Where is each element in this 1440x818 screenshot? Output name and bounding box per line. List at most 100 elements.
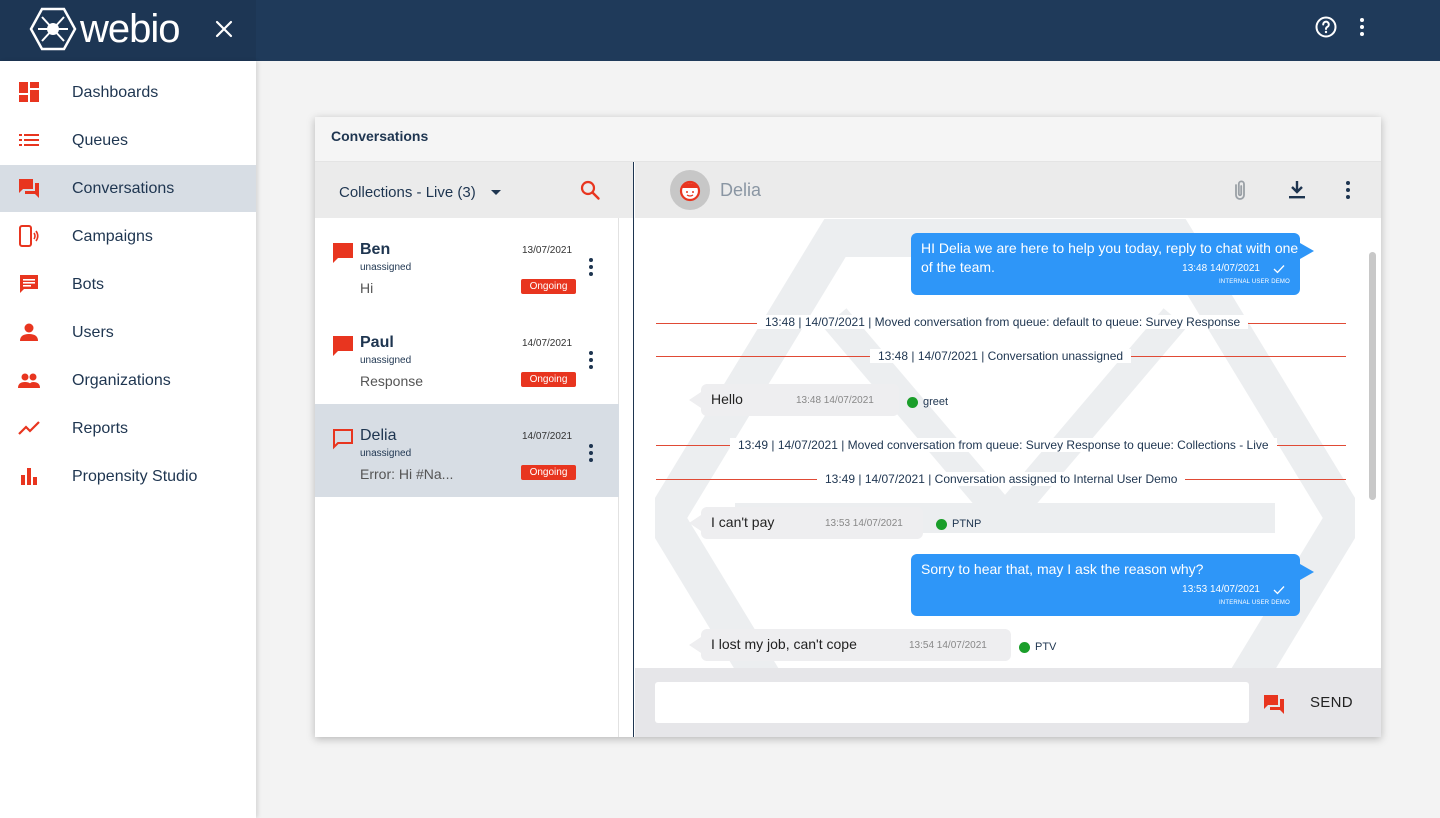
message-sender: INTERNAL USER DEMO — [1218, 279, 1290, 285]
conversation-name: Delia — [360, 427, 397, 444]
sidebar-item-organizations[interactable]: Organizations — [0, 357, 256, 404]
conversation-list-panel: Collections - Live (3) Ben unassigned Hi… — [315, 162, 634, 737]
close-sidebar-icon[interactable] — [212, 17, 236, 41]
intent-label: greet — [923, 396, 949, 408]
conversation-date: 14/07/2021 — [522, 338, 573, 349]
sidebar-item-label: Dashboards — [72, 83, 159, 101]
person-icon — [20, 323, 38, 341]
sidebar-item-reports[interactable]: Reports — [0, 405, 256, 452]
conversations-card: Conversations Collections - Live (3) Ben… — [315, 117, 1381, 737]
delivered-check-icon — [1273, 586, 1285, 595]
chat-scrollbar-thumb[interactable] — [1369, 252, 1376, 500]
list-icon — [19, 134, 39, 146]
intent-label: PTV — [1035, 641, 1057, 653]
chat-bubble-icon — [20, 275, 38, 293]
dropdown-caret-icon — [490, 190, 501, 195]
conversation-assignee: unassigned — [360, 262, 412, 273]
message-sender: INTERNAL USER DEMO — [1218, 600, 1290, 606]
sidebar-item-label: Users — [72, 323, 114, 341]
more-vertical-icon[interactable] — [585, 349, 597, 371]
intent-tag: greet — [907, 396, 948, 408]
sidebar-item-dashboards[interactable]: Dashboards — [0, 69, 256, 116]
sidebar-item-queues[interactable]: Queues — [0, 117, 256, 164]
chat-outline-icon — [333, 429, 353, 450]
message-incoming: I lost my job, can't cope 13:54 14/07/20… — [689, 629, 1011, 661]
system-event-text: 13:49 | 14/07/2021 | Moved conversation … — [730, 438, 1277, 452]
more-vertical-icon[interactable] — [585, 256, 597, 278]
status-badge: Ongoing — [521, 372, 576, 387]
sidebar-item-users[interactable]: Users — [0, 309, 256, 356]
conversation-list-toolbar: Collections - Live (3) — [315, 162, 633, 218]
chat-message-area: HI Delia we are here to help you today, … — [635, 218, 1381, 668]
dashboard-icon — [19, 82, 39, 102]
more-vertical-icon[interactable] — [1350, 15, 1374, 39]
avatar-face-icon — [679, 180, 701, 202]
queue-select[interactable]: Collections - Live (3) — [339, 184, 501, 201]
message-input[interactable] — [655, 682, 1249, 723]
system-event-text: 13:48 | 14/07/2021 | Conversation unassi… — [870, 349, 1132, 363]
send-button[interactable]: SEND — [1310, 694, 1353, 711]
card-title: Conversations — [331, 128, 429, 144]
contact-name: Delia — [720, 180, 762, 200]
help-icon[interactable] — [1314, 15, 1338, 39]
conversation-item-paul[interactable]: Paul unassigned Response 14/07/2021 Ongo… — [315, 311, 619, 404]
conversation-name: Paul — [360, 334, 394, 351]
sidebar-item-conversations[interactable]: Conversations — [0, 165, 256, 212]
conversation-item-ben[interactable]: Ben unassigned Hi 13/07/2021 Ongoing — [315, 218, 619, 311]
status-dot — [936, 518, 947, 530]
message-text-line: HI Delia we are here to help you today, … — [921, 240, 1299, 256]
sidebar-item-bots[interactable]: Bots — [0, 261, 256, 308]
webio-logo[interactable]: webio — [28, 5, 181, 53]
conversation-preview: Error: Hi #Na... — [360, 466, 454, 482]
chat-panel: Delia HI Delia we are here to help you t… — [635, 162, 1381, 737]
message-outgoing: HI Delia we are here to help you today, … — [911, 233, 1314, 295]
search-icon[interactable] — [579, 179, 601, 201]
sidebar-item-label: Conversations — [72, 179, 175, 197]
status-badge: Ongoing — [521, 465, 576, 480]
message-text: I can't pay — [711, 514, 775, 530]
download-icon[interactable] — [1286, 179, 1308, 201]
system-event-text: 13:48 | 14/07/2021 | Moved conversation … — [757, 315, 1249, 329]
webio-logo-mark-icon — [29, 7, 77, 51]
conversation-assignee: unassigned — [360, 448, 412, 459]
quick-reply-icon[interactable] — [1263, 693, 1285, 715]
message-timestamp: 13:48 14/07/2021 — [796, 395, 874, 406]
intent-tag: PTNP — [936, 518, 981, 530]
more-vertical-icon[interactable] — [585, 442, 597, 464]
sidebar-item-label: Reports — [72, 419, 129, 437]
attachment-icon[interactable] — [1229, 178, 1251, 202]
conversation-preview: Hi — [360, 280, 374, 296]
top-app-bar: webio — [0, 0, 1440, 61]
message-incoming: Hello 13:48 14/07/2021 — [689, 384, 899, 416]
brand-area: webio — [0, 0, 256, 61]
brand-name: webio — [80, 7, 181, 51]
status-dot — [907, 396, 918, 408]
message-incoming: I can't pay 13:53 14/07/2021 — [689, 507, 923, 539]
sidebar-item-campaigns[interactable]: Campaigns — [0, 213, 256, 260]
conversation-date: 13/07/2021 — [522, 245, 573, 256]
message-timestamp: 13:53 14/07/2021 — [1182, 584, 1260, 595]
message-timestamp: 13:48 14/07/2021 — [1182, 263, 1260, 274]
delivered-check-icon — [1273, 265, 1285, 274]
message-text: I lost my job, can't cope — [711, 636, 857, 652]
forum-icon — [19, 179, 39, 198]
more-vertical-icon[interactable] — [1342, 179, 1354, 201]
message-text-line: of the team. — [921, 259, 995, 275]
chat-filled-icon — [333, 336, 353, 356]
conversation-preview: Response — [360, 373, 424, 389]
sidebar-item-propensity-studio[interactable]: Propensity Studio — [0, 453, 256, 500]
conversation-assignee: unassigned — [360, 355, 412, 366]
trending-line-icon — [18, 421, 40, 435]
intent-tag: PTV — [1019, 641, 1056, 653]
sidebar-item-label: Organizations — [72, 371, 171, 389]
card-header: Conversations — [315, 117, 1381, 162]
message-timestamp: 13:54 14/07/2021 — [909, 640, 987, 651]
people-icon — [18, 373, 40, 388]
conversation-name: Ben — [360, 241, 391, 258]
conversation-item-delia[interactable]: Delia unassigned Error: Hi #Na... 14/07/… — [315, 404, 619, 497]
chat-header: Delia — [635, 162, 1381, 218]
queue-select-label: Collections - Live (3) — [339, 184, 476, 201]
sidebar-item-label: Bots — [72, 275, 105, 293]
status-dot — [1019, 641, 1030, 653]
conversation-date: 14/07/2021 — [522, 431, 573, 442]
